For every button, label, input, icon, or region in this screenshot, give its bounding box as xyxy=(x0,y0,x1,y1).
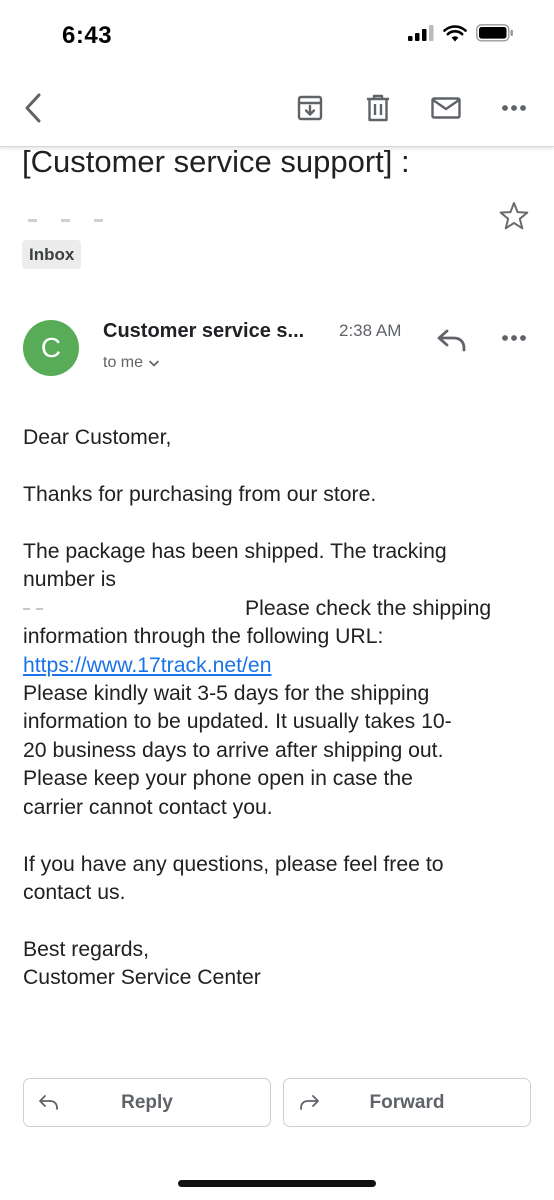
sent-time: 2:38 AM xyxy=(339,321,402,340)
sender-name: Customer service s... xyxy=(103,320,305,342)
signal-icon xyxy=(408,25,434,41)
body-line: number is xyxy=(23,568,117,592)
reply-label: Reply xyxy=(121,1091,173,1113)
more-button[interactable] xyxy=(494,88,534,128)
battery-icon xyxy=(476,24,513,42)
email-body-thanks: Thanks for purchasing from our store. xyxy=(23,481,553,509)
wifi-icon xyxy=(443,24,467,41)
body-thanks: Thanks for purchasing from our store. xyxy=(23,483,377,506)
body-signature: Customer Service Center xyxy=(23,966,261,990)
forward-label: Forward xyxy=(369,1091,445,1113)
body-line: The package has been shipped. The tracki… xyxy=(23,540,447,563)
reply-button[interactable]: Reply xyxy=(23,1078,271,1127)
body-line: information through the following URL: xyxy=(23,625,384,649)
inbox-label[interactable]: Inbox xyxy=(22,240,82,269)
archive-icon xyxy=(297,95,323,121)
forward-icon xyxy=(300,1095,319,1110)
body-line: 20 business days to arrive after shippin… xyxy=(23,738,444,762)
recipient-label: to me xyxy=(103,354,144,371)
star-icon[interactable] xyxy=(498,200,530,232)
redacted-text xyxy=(28,219,103,222)
body-line: Please keep your phone open in case the xyxy=(23,767,413,791)
chevron-down-icon xyxy=(149,360,159,366)
trash-icon xyxy=(367,94,389,122)
tracking-link[interactable]: https://www.17track.net/en xyxy=(23,654,272,677)
delete-button[interactable] xyxy=(358,88,398,128)
forward-button[interactable]: Forward xyxy=(283,1078,531,1127)
body-greeting: Dear Customer, xyxy=(23,426,172,449)
body-line: information to be updated. It usually ta… xyxy=(23,710,452,734)
more-options-icon[interactable] xyxy=(498,326,530,350)
home-indicator[interactable] xyxy=(178,1180,376,1187)
email-subject: [Customer service support] : xyxy=(22,144,410,179)
redacted-tracking-number xyxy=(23,595,245,611)
back-button[interactable] xyxy=(13,88,53,128)
body-closing: Best regards, xyxy=(23,938,150,961)
more-horizontal-icon xyxy=(502,105,526,111)
body-line: Please kindly wait 3-5 days for the ship… xyxy=(23,682,430,706)
back-arrow-icon xyxy=(25,93,41,123)
status-time: 6:43 xyxy=(62,22,113,49)
body-line: Please check the shipping xyxy=(245,596,492,620)
email-body: Dear Customer, xyxy=(23,424,553,452)
email-body-signoff: Best regards, Customer Service Center xyxy=(23,936,553,993)
reply-icon[interactable] xyxy=(436,326,468,354)
email-body-main: The package has been shipped. The tracki… xyxy=(23,538,553,822)
body-line: carrier cannot contact you. xyxy=(23,795,273,819)
mail-icon xyxy=(431,97,461,119)
reply-icon xyxy=(39,1095,58,1110)
body-line: If you have any questions, please feel f… xyxy=(23,853,444,876)
recipient-details[interactable]: to me xyxy=(103,354,159,372)
mark-unread-button[interactable] xyxy=(426,88,466,128)
avatar[interactable]: C xyxy=(23,320,79,376)
body-line-tracking: Please check the shipping xyxy=(23,595,553,623)
archive-button[interactable] xyxy=(290,88,330,128)
status-icons xyxy=(408,24,514,42)
toolbar xyxy=(0,70,554,147)
body-line: contact us. xyxy=(23,881,126,905)
email-body-questions: If you have any questions, please feel f… xyxy=(23,851,553,908)
